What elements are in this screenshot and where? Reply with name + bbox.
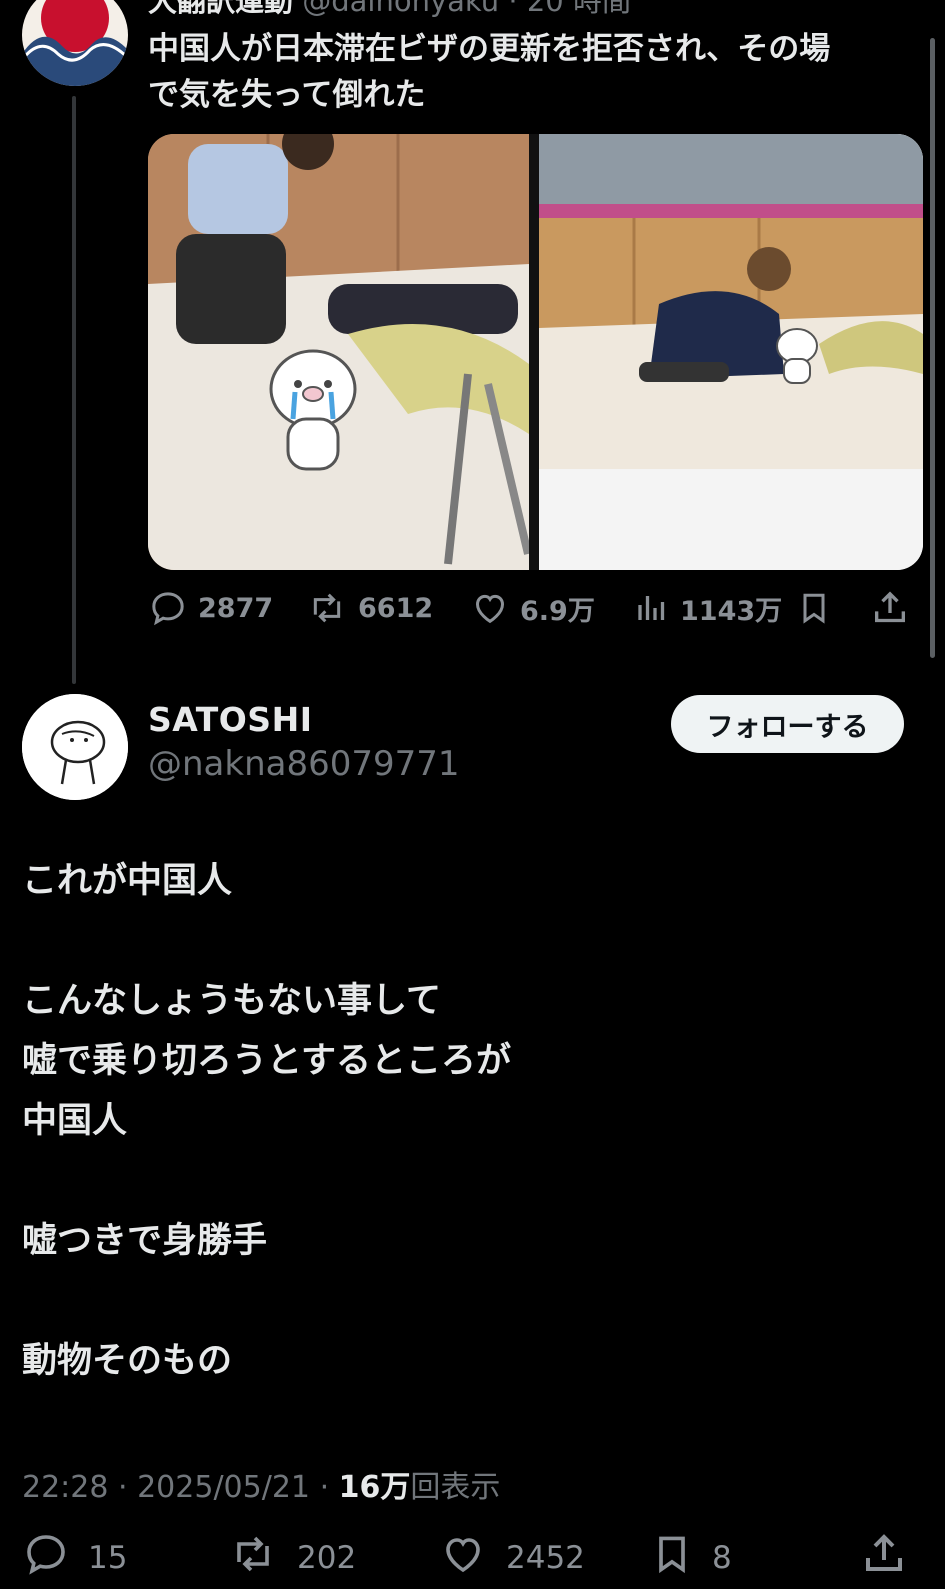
quoted-views-count: 1143万 [680, 595, 783, 627]
avatar-daihonyaku[interactable] [22, 0, 128, 86]
reply-count: 15 [88, 1540, 128, 1576]
quoted-share-button[interactable] [870, 588, 910, 628]
share-button[interactable] [860, 1530, 908, 1586]
quoted-like-count: 6.9万 [520, 595, 595, 627]
like-count: 2452 [506, 1540, 585, 1576]
thread-connector-line [72, 96, 76, 684]
quoted-reply-count: 2877 [198, 592, 274, 624]
like-button[interactable]: 2452 [438, 1530, 585, 1586]
like-icon [470, 588, 510, 628]
quoted-tweet-header: 大翻訳運動 @daihonyaku · 20 時間 [148, 0, 631, 20]
quoted-media-grid [148, 134, 923, 570]
tweet-text-line: こんなしょうもない事して [22, 981, 441, 1021]
quoted-retweet-count: 6612 [358, 592, 434, 624]
quoted-views-button[interactable]: 1143万 [634, 588, 782, 628]
quoted-action-bar: 2877 6612 6.9万 1143万 [148, 588, 923, 636]
views-icon [634, 588, 670, 628]
tweet-metadata: 22:28 · 2025/05/21 · 16万回表示 [22, 1470, 501, 1505]
retweet-icon [306, 588, 348, 628]
follow-button[interactable]: フォローする [671, 695, 904, 753]
retweet-count: 202 [297, 1540, 357, 1576]
media-photo-1[interactable] [148, 134, 532, 570]
user-handle[interactable]: @nakna86079771 [148, 744, 460, 784]
quoted-like-button[interactable]: 6.9万 [470, 588, 595, 628]
share-icon [870, 588, 910, 628]
tweet-text-line: 動物そのもの [22, 1341, 233, 1381]
tweet-date[interactable]: 2025/05/21 [137, 1470, 310, 1505]
tweet-action-bar: 15 202 2452 8 [22, 1530, 937, 1586]
tweet-text-line: これが中国人 [22, 861, 233, 901]
tweet-views-count: 16万 [338, 1470, 411, 1505]
tweet-text-line: 中国人 [22, 1101, 128, 1141]
share-icon [860, 1530, 908, 1586]
quoted-text-line: 中国人が日本滞在ビザの更新を拒否され、その場 [148, 31, 831, 67]
bookmark-icon [650, 1530, 694, 1586]
quoted-reply-button[interactable]: 2877 [148, 588, 273, 628]
tweet-views-label: 回表示 [410, 1470, 501, 1505]
quoted-handle[interactable]: @daihonyaku [302, 0, 499, 18]
scrollbar[interactable] [930, 38, 935, 658]
avatar-satoshi[interactable] [22, 694, 128, 800]
quoted-time: · 20 時間 [508, 0, 631, 18]
reply-button[interactable]: 15 [22, 1530, 127, 1586]
tweet-time[interactable]: 22:28 [22, 1470, 108, 1505]
bookmark-count: 8 [712, 1540, 732, 1576]
media-photo-2[interactable] [539, 134, 923, 570]
tweet-text-line: 嘘で乗り切ろうとするところが [22, 1041, 511, 1081]
like-icon [438, 1530, 488, 1586]
reply-icon [22, 1530, 70, 1586]
tweet-text-line: 嘘つきで身勝手 [22, 1221, 268, 1261]
quoted-tweet-text: 中国人が日本滞在ビザの更新を拒否され、その場 で気を失って倒れた [148, 26, 908, 118]
retweet-icon [227, 1530, 279, 1586]
quoted-text-line: で気を失って倒れた [148, 77, 426, 113]
quoted-retweet-button[interactable]: 6612 [306, 588, 433, 628]
reply-icon [148, 588, 188, 628]
retweet-button[interactable]: 202 [227, 1530, 356, 1586]
display-name[interactable]: SATOSHI [148, 700, 312, 739]
quoted-display-name[interactable]: 大翻訳運動 [148, 0, 293, 18]
quoted-bookmark-button[interactable] [796, 588, 832, 628]
bookmark-icon [796, 588, 832, 628]
bookmark-button[interactable]: 8 [650, 1530, 732, 1586]
